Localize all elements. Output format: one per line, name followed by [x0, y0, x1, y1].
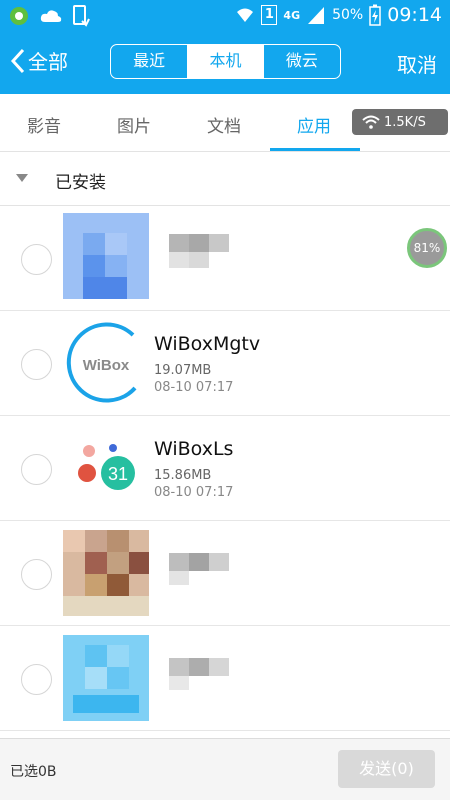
wiboxls-app-icon: 31 [78, 444, 135, 490]
wifi-icon [237, 8, 254, 22]
sim-badge: 1 [261, 5, 278, 25]
blurred-app-name [169, 234, 229, 268]
app-icon [63, 530, 149, 616]
app-name: WiBoxMgtv [154, 333, 261, 355]
select-checkbox[interactable] [21, 349, 52, 380]
app-date: 08-10 07:17 [154, 485, 234, 500]
select-checkbox[interactable] [21, 244, 52, 275]
network-type: 4G [283, 8, 301, 22]
wifi-icon [362, 115, 380, 129]
app-name: WiBoxLs [154, 438, 234, 460]
group-label: 已安装 [55, 173, 106, 193]
blurred-app-name [169, 553, 229, 585]
signal-icon [308, 7, 325, 24]
battery-icon [369, 4, 381, 26]
list-item[interactable] [0, 626, 450, 731]
tab-apps[interactable]: 应用 [297, 112, 331, 137]
source-segmented-control: 最近 本机 微云 [110, 44, 341, 79]
app-icon [63, 635, 149, 721]
installed-group-header[interactable]: 已安装 [0, 152, 450, 206]
status-bar: 1 4G 50% 09:14 [0, 0, 450, 32]
blurred-app-name [169, 658, 229, 690]
speed-label: 1.5K/S [384, 114, 426, 130]
list-item[interactable] [0, 206, 450, 311]
segment-local[interactable]: 本机 [187, 45, 264, 78]
send-button[interactable]: 发送(0) [338, 750, 435, 788]
progress-indicator: 81% [407, 228, 447, 268]
select-checkbox[interactable] [21, 454, 52, 485]
clock: 09:14 [387, 4, 442, 26]
battery-percent: 50% [332, 7, 364, 23]
wibox-app-icon: WiBox [66, 322, 144, 403]
back-button[interactable]: 全部 [10, 46, 68, 75]
select-checkbox[interactable] [21, 664, 52, 695]
app-date: 08-10 07:17 [154, 380, 234, 395]
wibox-icon-text: WiBox [83, 357, 130, 374]
cloud-icon [40, 10, 62, 22]
bottom-bar: 已选0B 发送(0) [0, 738, 450, 800]
caret-down-icon [16, 174, 28, 182]
tab-media[interactable]: 影音 [27, 112, 61, 137]
app-icon [63, 213, 149, 299]
tab-documents[interactable]: 文档 [207, 112, 241, 137]
select-checkbox[interactable] [21, 559, 52, 590]
app-size: 19.07MB [154, 363, 212, 378]
selected-size: 已选0B [10, 764, 57, 780]
back-label: 全部 [28, 50, 68, 74]
phone-sync-icon [73, 5, 90, 27]
wiboxls-icon-text: 31 [108, 464, 128, 484]
nav-bar: 全部 最近 本机 微云 取消 [0, 34, 450, 90]
list-item[interactable] [0, 521, 450, 626]
segment-weiyun[interactable]: 微云 [264, 45, 340, 78]
chevron-left-icon [10, 48, 25, 73]
list-item[interactable]: WiBox WiBoxMgtv 19.07MB 08-10 07:17 [0, 311, 450, 416]
active-tab-indicator [270, 148, 360, 151]
list-item[interactable]: 31 WiBoxLs 15.86MB 08-10 07:17 [0, 416, 450, 521]
app-size: 15.86MB [154, 468, 212, 483]
segment-recent[interactable]: 最近 [111, 45, 187, 78]
tab-images[interactable]: 图片 [117, 112, 151, 137]
cancel-button[interactable]: 取消 [397, 49, 437, 78]
app-notification-icon [10, 7, 28, 25]
header: 1 4G 50% 09:14 全部 最近 本机 微云 取消 [0, 0, 450, 94]
speed-badge: 1.5K/S [352, 109, 448, 135]
